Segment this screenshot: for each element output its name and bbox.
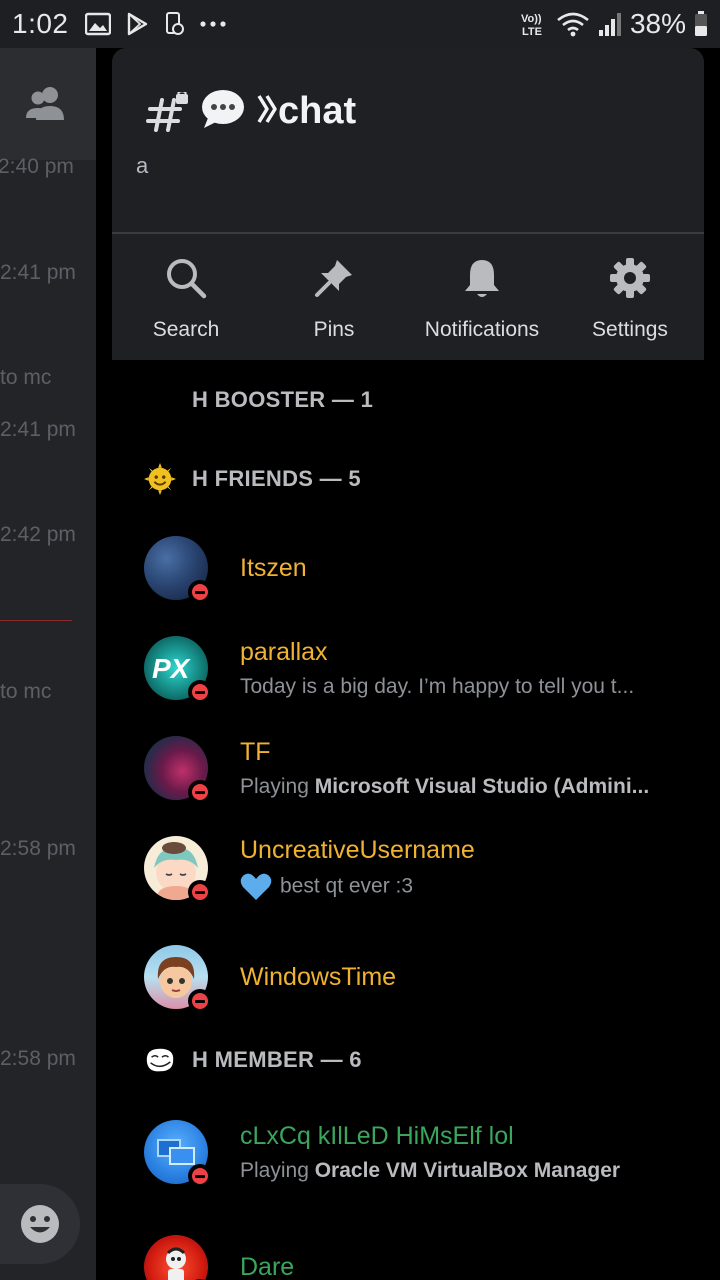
channel-header: chat a	[112, 48, 704, 234]
svg-text:LTE: LTE	[522, 26, 542, 38]
blue-heart-icon	[240, 873, 272, 900]
settings-label: Settings	[592, 318, 668, 341]
search-button[interactable]: Search	[112, 234, 260, 360]
sun-emoji-icon	[144, 462, 176, 495]
bell-icon	[465, 260, 499, 297]
dnd-status-icon	[188, 1164, 212, 1188]
double-chevron-icon	[256, 92, 278, 131]
member-name: Itszen	[240, 553, 307, 582]
member-name: UncreativeUsername	[240, 835, 475, 864]
background-chat-pane: 2:40 pm 2:41 pm to mc 2:41 pm 2:42 pm to…	[0, 48, 96, 1280]
search-label: Search	[152, 318, 220, 341]
avatar	[144, 1120, 212, 1188]
member-name: TF	[240, 737, 271, 766]
pin-icon	[315, 260, 352, 297]
phone-restore-icon	[165, 12, 184, 35]
member-activity: Playing Oracle VM VirtualBox Manager	[240, 1158, 621, 1182]
avatar: PX	[144, 636, 212, 704]
dnd-status-icon	[188, 680, 212, 704]
member-list: H BOOSTER — 1 H FRIENDS — 5 Itszen PX pa…	[112, 360, 704, 1280]
group-header-member: H MEMBER — 6	[144, 1036, 704, 1084]
message-timestamp: 2:58 pm	[0, 1047, 76, 1070]
pins-button[interactable]: Pins	[260, 234, 408, 360]
signal-icon	[598, 13, 621, 36]
message-timestamp: 2:58 pm	[0, 837, 76, 860]
channel-title: chat	[278, 90, 357, 132]
member-row[interactable]: Itszen	[144, 518, 704, 618]
avatar	[144, 536, 212, 604]
member-activity: Playing Microsoft Visual Studio (Admini.…	[240, 774, 650, 798]
svg-text:PX: PX	[152, 653, 192, 684]
battery-percent: 38%	[629, 8, 686, 39]
avatar	[144, 945, 212, 1013]
wifi-icon	[557, 12, 589, 37]
member-row[interactable]: PX parallax Today is a big day. I’m happ…	[144, 618, 704, 718]
channel-topic: a	[136, 153, 149, 178]
locked-channel-icon	[146, 89, 190, 132]
dnd-status-icon	[188, 780, 212, 804]
troll-face-icon	[144, 1044, 176, 1076]
notifications-label: Notifications	[424, 318, 540, 341]
smiley-icon	[21, 1205, 59, 1243]
gallery-icon	[84, 12, 111, 36]
search-icon	[167, 259, 207, 299]
avatar	[144, 836, 212, 904]
member-row[interactable]: UncreativeUsername best qt ever :3	[144, 818, 704, 918]
play-store-icon	[127, 12, 147, 36]
notifications-button[interactable]: Notifications	[408, 234, 556, 360]
message-timestamp: 2:40 pm	[0, 155, 74, 178]
gear-icon	[610, 258, 650, 298]
member-row[interactable]: cLxCq kIlLeD HiMsElf lol Playing Oracle …	[144, 1102, 704, 1202]
status-time: 1:02	[12, 8, 69, 39]
group-title: H BOOSTER — 1	[192, 386, 374, 412]
emoji-button[interactable]	[0, 1184, 80, 1264]
message-timestamp: 2:41 pm	[0, 261, 76, 284]
dnd-status-icon	[188, 880, 212, 904]
background-chat-header	[0, 48, 96, 160]
member-custom-status: Today is a big day. I’m happy to tell yo…	[240, 674, 635, 698]
avatar	[144, 736, 212, 804]
group-title: H FRIENDS — 5	[192, 465, 361, 491]
settings-button[interactable]: Settings	[556, 234, 704, 360]
volte-icon: Vo))LTE	[521, 13, 542, 38]
svg-text:Vo)): Vo))	[521, 13, 542, 25]
message-timestamp: 2:42 pm	[0, 523, 76, 546]
member-row[interactable]: TF Playing Microsoft Visual Studio (Admi…	[144, 718, 704, 818]
member-custom-status: best qt ever :3	[240, 873, 674, 901]
member-name: cLxCq kIlLeD HiMsElf lol	[240, 1121, 514, 1150]
member-name: WindowsTime	[240, 962, 397, 991]
members-icon[interactable]	[24, 84, 70, 124]
speech-bubble-emoji-icon	[200, 88, 246, 135]
channel-actions-bar: Search Pins Notifications Settings	[112, 234, 704, 360]
more-dots-icon	[199, 21, 226, 27]
member-name: Dare	[240, 1252, 295, 1280]
avatar	[144, 1235, 212, 1280]
member-row[interactable]: Dare	[144, 1202, 704, 1280]
battery-icon	[695, 11, 707, 36]
channel-info-drawer: chat a Search Pins Notifications Setting…	[112, 48, 704, 1280]
message-snippet: to mc	[0, 680, 52, 703]
member-name: parallax	[240, 637, 328, 666]
group-title: H MEMBER — 6	[192, 1047, 362, 1072]
message-timestamp: 2:41 pm	[0, 418, 76, 441]
group-header-booster: H BOOSTER — 1	[144, 360, 704, 439]
pins-label: Pins	[313, 318, 355, 341]
dnd-status-icon	[188, 580, 212, 604]
member-row[interactable]: WindowsTime	[144, 918, 704, 1036]
new-messages-divider	[0, 620, 72, 621]
group-header-friends: H FRIENDS — 5	[144, 439, 704, 518]
dnd-status-icon	[188, 989, 212, 1013]
message-snippet: to mc	[0, 366, 52, 389]
status-bar: 1:02 Vo)) LTE 38%	[0, 0, 720, 48]
